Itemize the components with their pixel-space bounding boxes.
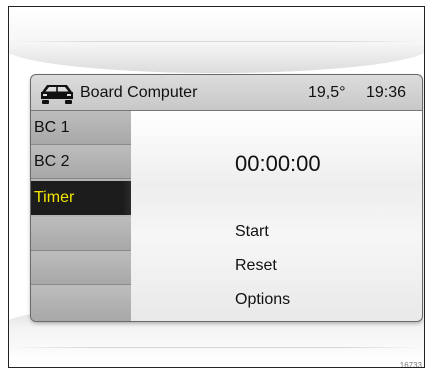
car-icon	[41, 85, 73, 104]
bezel-highlight-bottom	[9, 347, 424, 348]
options-button[interactable]: Options	[235, 285, 290, 315]
reset-button[interactable]: Reset	[235, 251, 277, 281]
sidebar: BC 1 BC 2 Timer	[31, 111, 139, 321]
sidebar-item-bc1[interactable]: BC 1	[31, 111, 131, 145]
title-bar: Board Computer 19,5° 19:36	[31, 75, 422, 111]
sidebar-item-empty	[31, 217, 131, 251]
start-button[interactable]: Start	[235, 217, 269, 247]
sidebar-item-empty	[31, 285, 131, 321]
figure-caption: 16733	[399, 361, 422, 368]
sidebar-item-timer[interactable]: Timer	[31, 181, 139, 215]
temperature-readout: 19,5°	[308, 84, 346, 101]
sidebar-item-bc2[interactable]: BC 2	[31, 145, 131, 179]
figure-frame: Board Computer 19,5° 19:36 BC 1 BC 2 Tim…	[8, 6, 425, 368]
display-bezel-top	[9, 7, 424, 73]
timer-panel: 00:00:00 Start Reset Options	[131, 111, 422, 321]
sidebar-item-empty	[31, 251, 131, 285]
timer-value: 00:00:00	[235, 151, 321, 176]
app-title: Board Computer	[80, 84, 198, 101]
bezel-highlight-top	[9, 41, 424, 42]
display-screen: Board Computer 19,5° 19:36 BC 1 BC 2 Tim…	[31, 75, 422, 321]
clock-readout: 19:36	[366, 84, 407, 101]
